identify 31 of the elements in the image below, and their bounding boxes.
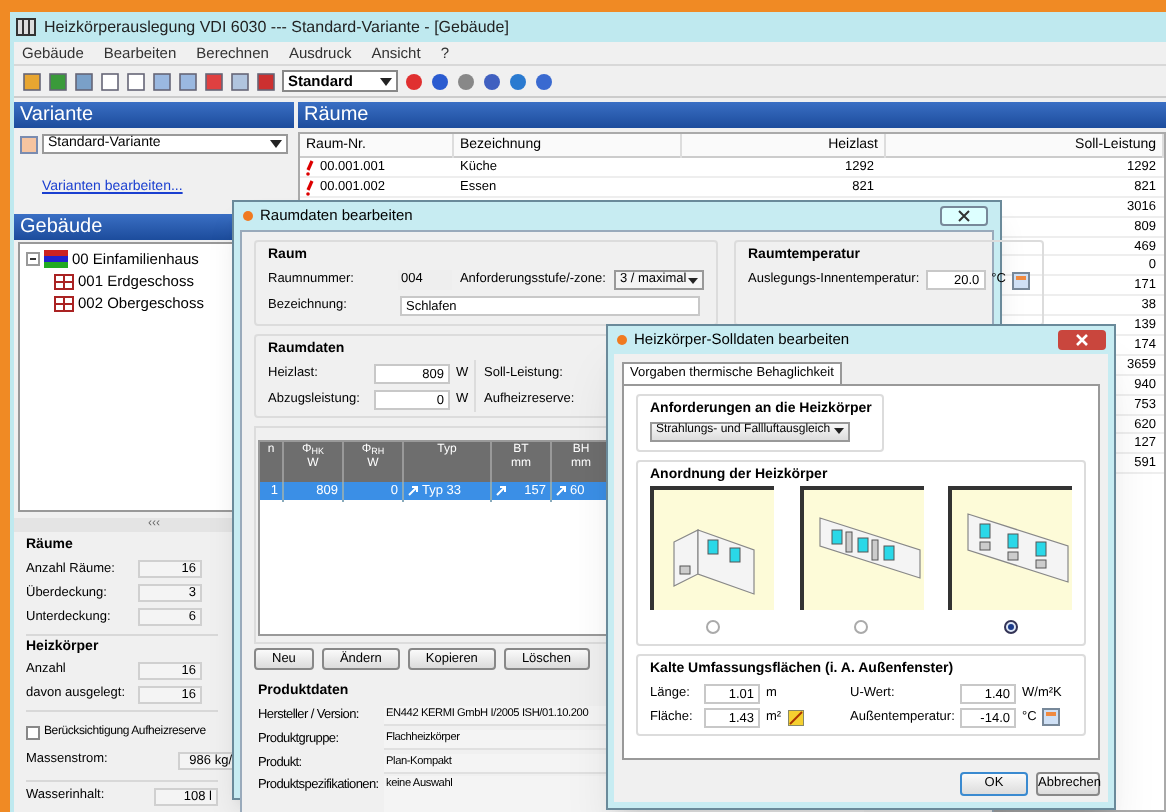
caret-icon (834, 428, 844, 434)
floor-icon (54, 295, 74, 312)
app-icon (16, 18, 36, 36)
radio-button[interactable] (854, 620, 868, 634)
close-icon (958, 210, 970, 222)
tree-toggle-icon[interactable] (26, 251, 40, 266)
close-button[interactable] (1058, 330, 1106, 350)
dialog-icon (242, 210, 254, 222)
edit-icon (556, 486, 566, 497)
building-icon (44, 249, 68, 268)
close-icon (1076, 334, 1088, 346)
variant-icon (20, 135, 38, 153)
panel-header: Variante (14, 102, 294, 128)
floor-icon (54, 273, 74, 290)
caret-icon (270, 140, 282, 148)
panel-header: Räume (298, 102, 1166, 128)
measure-icon (787, 709, 804, 725)
radio-button[interactable] (1003, 620, 1017, 634)
caret-icon (688, 277, 698, 283)
window-title: Heizkörperauslegung VDI 6030 --- Standard-Variante - [Gebäude] (44, 15, 509, 39)
warning-icon (306, 159, 316, 176)
edit-icon (496, 486, 506, 497)
dialog-icon (616, 334, 628, 346)
checkbox[interactable] (26, 725, 40, 739)
close-button[interactable] (940, 206, 988, 226)
radio-button[interactable] (705, 620, 719, 634)
warning-icon (306, 179, 316, 196)
calculator-icon (1042, 708, 1061, 726)
caret-icon (380, 77, 392, 85)
calculator-icon (1011, 271, 1030, 289)
edit-icon (408, 486, 418, 497)
